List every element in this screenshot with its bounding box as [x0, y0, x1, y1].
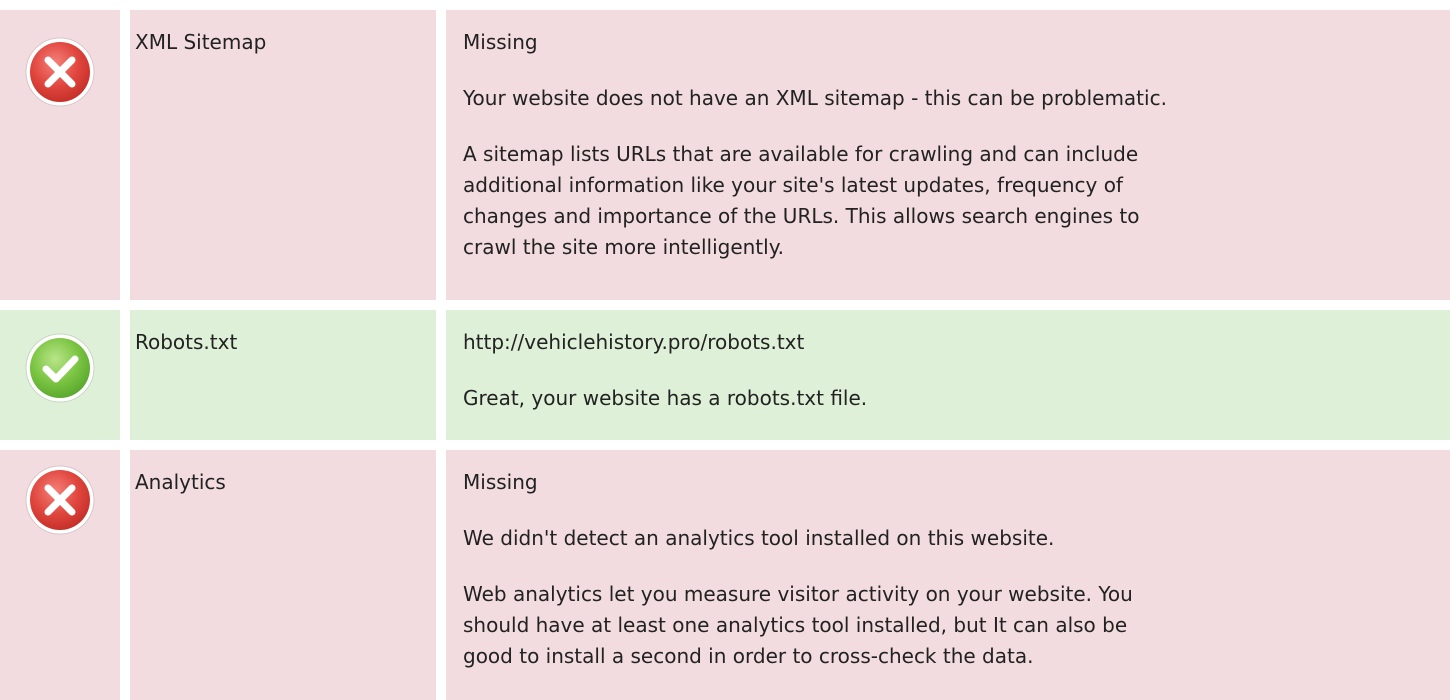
error-x-icon — [25, 37, 95, 107]
report-row-xml-sitemap: XML Sitemap Missing Your website does no… — [0, 10, 1450, 300]
check-detail-cell: http://vehiclehistory.pro/robots.txt Gre… — [446, 310, 1450, 440]
check-detail-cell: Missing Your website does not have an XM… — [446, 10, 1450, 300]
seo-report: XML Sitemap Missing Your website does no… — [0, 0, 1450, 700]
check-label: XML Sitemap — [135, 30, 267, 54]
check-label-cell: Analytics — [130, 450, 436, 700]
check-explanation: Web analytics let you measure visitor ac… — [463, 582, 1133, 668]
report-row-analytics: Analytics Missing We didn't detect an an… — [0, 450, 1450, 700]
check-label-cell: Robots.txt — [130, 310, 436, 440]
status-cell — [0, 310, 120, 440]
check-description: Great, your website has a robots.txt fil… — [463, 386, 868, 410]
check-label: Robots.txt — [135, 330, 238, 354]
check-value: Missing — [463, 30, 538, 54]
check-icon — [25, 333, 95, 403]
check-label-cell: XML Sitemap — [130, 10, 436, 300]
status-cell — [0, 10, 120, 300]
error-x-icon — [25, 465, 95, 535]
status-cell — [0, 450, 120, 700]
check-detail-cell: Missing We didn't detect an analytics to… — [446, 450, 1450, 700]
check-description: We didn't detect an analytics tool insta… — [463, 526, 1055, 550]
check-explanation: A sitemap lists URLs that are available … — [463, 142, 1140, 259]
report-row-robots-txt: Robots.txt http://vehiclehistory.pro/rob… — [0, 310, 1450, 440]
check-value: http://vehiclehistory.pro/robots.txt — [463, 330, 805, 354]
check-description: Your website does not have an XML sitema… — [463, 86, 1167, 110]
check-label: Analytics — [135, 470, 226, 494]
check-value: Missing — [463, 470, 538, 494]
